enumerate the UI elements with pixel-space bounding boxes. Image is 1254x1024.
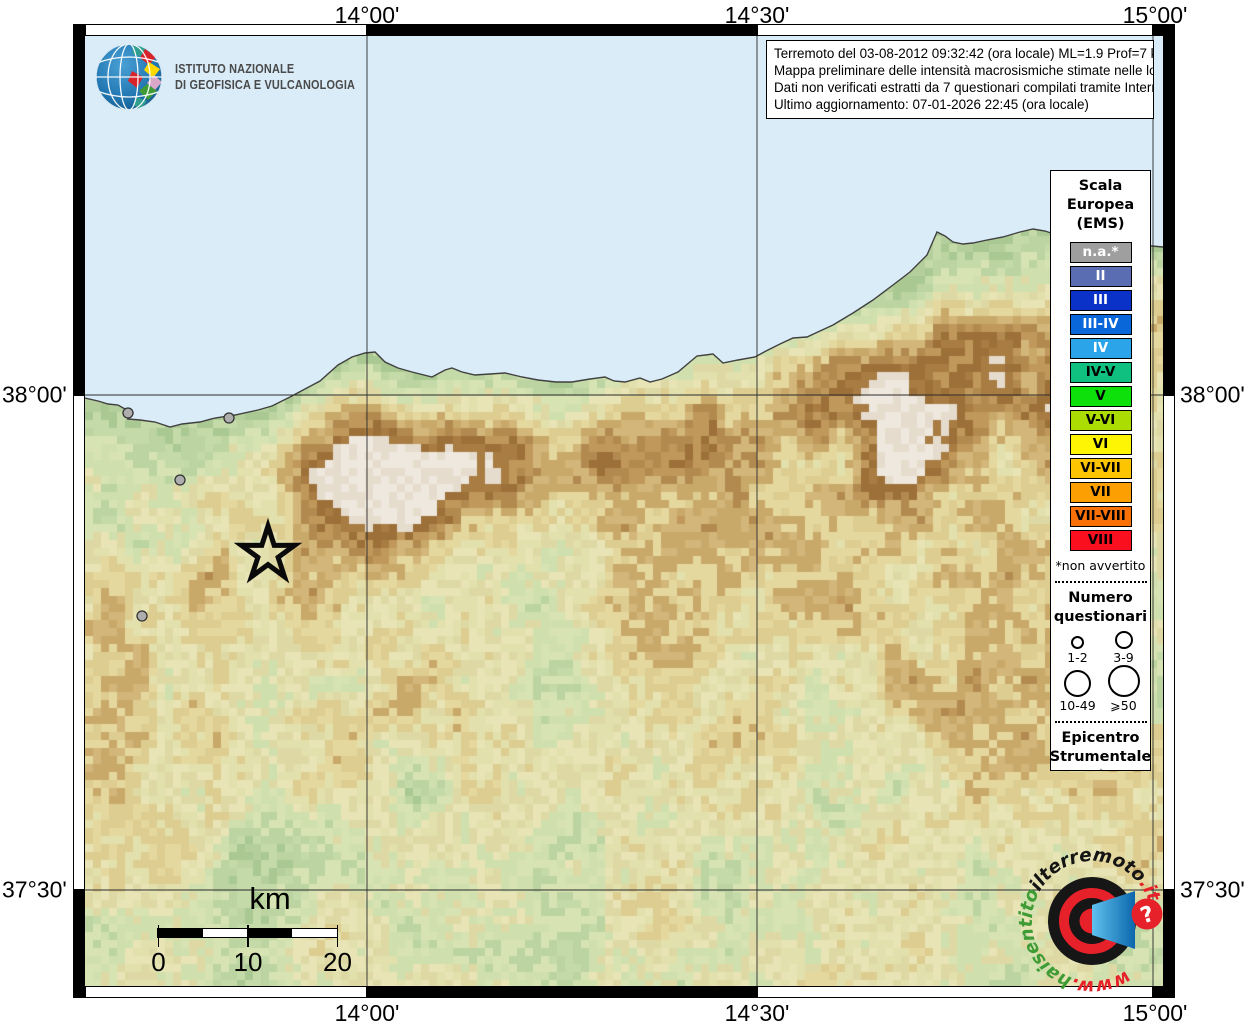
axis-right-label-1: 37°30' (1180, 876, 1245, 903)
questionnaire-class-1-2: 1-2 (1055, 631, 1101, 665)
questionnaire-circle-icon (1071, 635, 1084, 649)
questionnaire-class-10-49: 10-49 (1055, 665, 1101, 713)
info-line-updated: Ultimo aggiornamento: 07-01-2026 22:45 (… (774, 97, 1089, 112)
frame-bottom-seg-1 (85, 986, 367, 998)
intensity-chip-III-IV: III-IV (1069, 314, 1132, 335)
frame-top-seg-3 (757, 24, 1153, 36)
questionnaire-class-label: 3-9 (1113, 649, 1134, 665)
legend-panel: Scala Europea (EMS) n.a.* II III III-IV IV IV… (1050, 170, 1151, 771)
frame-left-seg-0 (73, 36, 85, 395)
ingv-logo-text: ISTITUTO NAZIONALE DI GEOFISICA E VULCAN… (175, 61, 355, 93)
frame-bottom-seg-2 (367, 986, 757, 998)
haisentitoilterremoto-watermark: ? www.haisentitoilterremoto.it (1016, 844, 1165, 997)
scale-number-0: 0 (151, 947, 166, 977)
axis-right-label-0: 38°00' (1180, 381, 1245, 408)
frame-top-seg-0 (73, 24, 85, 36)
scale-unit-label: km (249, 881, 291, 916)
questionnaire-dot-2 (174, 474, 186, 486)
scale-segment-1 (202, 929, 248, 937)
frame-left-seg-1 (73, 395, 85, 890)
ingv-line2: DI GEOFISICA E VULCANOLOGIA (175, 77, 356, 92)
ingv-line1: ISTITUTO NAZIONALE (175, 61, 295, 76)
epicenter-star-marker (233, 517, 303, 584)
questionnaire-class-label: ⩾50 (1110, 697, 1137, 713)
questionnaire-circle-icon (1107, 664, 1140, 697)
questionnaire-dot-1 (223, 412, 235, 424)
scale-tick-2 (336, 925, 339, 947)
intensity-scale-chips: n.a.* II III III-IV IV IV-V V V-VI VI VI-VII VII VI… (1069, 242, 1132, 551)
questionnaire-title: Numero questionari (1053, 589, 1148, 625)
frame-top-seg-2 (367, 24, 757, 36)
questionnaire-dot-0 (122, 407, 134, 419)
axis-bottom-label-1: 14°30' (724, 1000, 790, 1024)
scale-segment-2 (247, 929, 293, 937)
intensity-chip-VI: VI (1069, 434, 1132, 455)
axis-left-label-0: 38°00' (2, 381, 67, 408)
epicenter-title: Epicentro Strumentale (1050, 729, 1151, 765)
ingv-globe-icon (96, 44, 162, 110)
questionnaire-circle-icon (1064, 669, 1091, 697)
frame-bottom-seg-0 (73, 986, 85, 998)
questionnaire-size-key: 1-2 3-9 10-49 ⩾50 (1055, 630, 1147, 713)
intensity-chip-VII-VIII: VII-VIII (1069, 506, 1132, 527)
frame-right-seg-1 (1163, 395, 1175, 890)
scale-segment-3 (292, 929, 337, 937)
intensity-chip-IV-V: IV-V (1069, 362, 1132, 383)
scale-segment-0 (158, 929, 203, 937)
scale-tick-1 (247, 925, 249, 947)
intensity-chip-VII: VII (1069, 482, 1132, 503)
scale-number-2: 20 (323, 947, 352, 977)
legend-divider (1054, 580, 1147, 583)
scale-number-1: 10 (233, 947, 263, 977)
map-scale-bar: km 0 10 20 (125, 881, 415, 981)
questionnaire-dot-3 (136, 610, 148, 622)
intensity-chip-n.a.*: n.a.* (1069, 242, 1132, 263)
frame-top-seg-4 (1153, 24, 1175, 36)
legend-divider-2 (1054, 720, 1147, 723)
earthquake-info-box: Terremoto del 03-08-2012 09:32:42 (ora l… (766, 40, 1154, 119)
questionnaire-class-3-9: 3-9 (1101, 630, 1147, 665)
legend-footnote: *non avvertito (1055, 557, 1146, 573)
intensity-chip-VI-VII: VI-VII (1069, 458, 1132, 479)
intensity-chip-V-VI: V-VI (1069, 410, 1132, 431)
info-line-event: Terremoto del 03-08-2012 09:32:42 (ora l… (774, 46, 1154, 61)
intensity-chip-III: III (1069, 290, 1132, 311)
questionnaire-class-label: 10-49 (1059, 697, 1096, 713)
scale-tick-0 (157, 925, 160, 947)
intensity-chip-VIII: VIII (1069, 530, 1132, 551)
macroseismic-intensity-map-page: 14°00' 14°30' 15°00' 14°00' 14°30' 15°00' 38… (0, 0, 1254, 1024)
intensity-chip-II: II (1069, 266, 1132, 287)
questionnaire-class-label: 1-2 (1067, 649, 1088, 665)
intensity-chip-V: V (1069, 386, 1132, 407)
axis-bottom-label-0: 14°00' (334, 1000, 400, 1024)
frame-left-seg-2 (73, 890, 85, 986)
questionnaire-circle-icon (1114, 630, 1133, 649)
intensity-chip-IV: IV (1069, 338, 1132, 359)
frame-top-seg-1 (85, 24, 367, 36)
axis-left-label-1: 37°30' (2, 876, 67, 903)
legend-title: Scala Europea (EMS) (1066, 178, 1135, 232)
ingv-logo: ISTITUTO NAZIONALE DI GEOFISICA E VULCAN… (93, 39, 393, 115)
info-line-data-source: Dati non verificati estratti da 7 questi… (774, 80, 1154, 95)
questionnaire-class-⩾50: ⩾50 (1101, 664, 1147, 713)
info-line-map-type: Mappa preliminare delle intensità macros… (774, 63, 1154, 78)
epicenter-star-icon (1099, 767, 1102, 770)
frame-right-seg-0 (1163, 36, 1175, 395)
